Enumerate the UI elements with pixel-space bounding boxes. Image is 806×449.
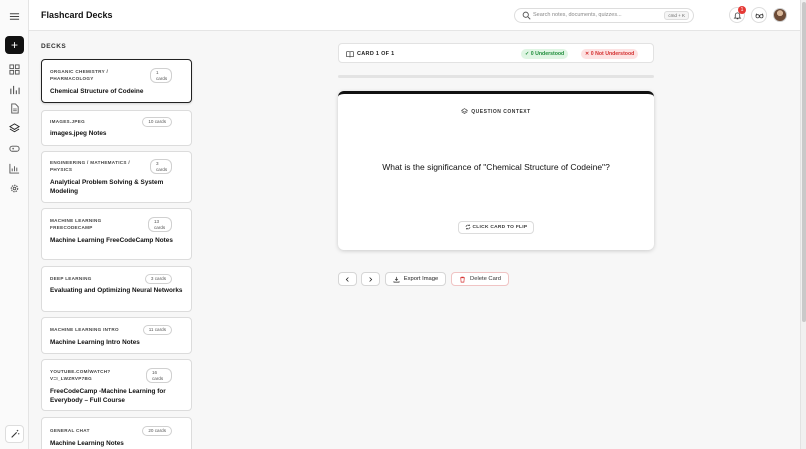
deck-card-count: 13 cards (148, 217, 172, 232)
notification-badge: 1 (738, 6, 746, 14)
trash-icon (460, 276, 465, 282)
flashcard-question: What is the significance of "Chemical St… (382, 162, 610, 172)
page-scrollbar[interactable] (800, 0, 806, 449)
deck-category: DEEP LEARNING (50, 276, 92, 281)
deck-name: Machine Learning Notes (50, 440, 124, 447)
deck-card-count: 10 cards (142, 117, 172, 127)
deck-name: Chemical Structure of Codeine (50, 88, 144, 95)
flip-card-button[interactable]: CLICK CARD TO FLIP (458, 221, 534, 234)
user-avatar[interactable] (773, 8, 787, 22)
deck-item-engineering[interactable]: ENGINEERING / MATHEMATICS / PHYSICS 3 ca… (41, 151, 192, 203)
chart-icon[interactable] (8, 162, 20, 174)
export-image-button[interactable]: Export Image (385, 272, 446, 286)
next-card-button[interactable] (361, 272, 380, 286)
deck-category: IMAGES.JPEG (50, 119, 85, 124)
deck-name: Machine Learning Intro Notes (50, 339, 140, 346)
search-input[interactable]: Search notes, documents, quizzes... cmd … (514, 8, 694, 23)
chevron-left-icon (345, 276, 349, 282)
layers-icon[interactable] (8, 122, 20, 134)
deck-card-count: 3 cards (150, 159, 172, 174)
menu-icon[interactable] (8, 10, 20, 22)
glasses-icon (755, 13, 763, 18)
deck-name: Analytical Problem Solving & System Mode… (50, 179, 164, 195)
deck-item-ml-intro[interactable]: MACHINE LEARNING INTRO 11 cards Machine … (41, 317, 192, 354)
deck-category: MACHINE LEARNING INTRO (50, 327, 119, 332)
download-icon (393, 276, 400, 282)
deck-card-count: 20 cards (142, 426, 172, 436)
deck-category: GENERAL CHAT (50, 428, 90, 433)
decks-heading: DECKS (41, 43, 67, 50)
analytics-icon[interactable] (8, 83, 20, 95)
search-shortcut: cmd + K (664, 11, 689, 20)
deck-name: images.jpeg Notes (50, 130, 107, 137)
deck-item-codeine[interactable]: ORGANIC CHEMISTRY / PHARMACOLOGY 1 cards… (41, 59, 192, 103)
search-icon (522, 11, 531, 20)
question-context-label: QUESTION CONTEXT (338, 108, 654, 115)
magic-wand-button[interactable] (5, 425, 24, 443)
icon-rail: + (0, 0, 29, 449)
deck-category: YOUTUBE.COM/WATCH?V=I_LWZRVP7BG (50, 369, 111, 381)
deck-card-count: 3 cards (144, 274, 172, 284)
layers-icon (461, 108, 469, 114)
deck-category: ENGINEERING / MATHEMATICS / PHYSICS (50, 160, 130, 172)
deck-item-general-chat[interactable]: GENERAL CHAT 20 cards Machine Learning N… (41, 417, 192, 449)
deck-item-images[interactable]: IMAGES.JPEG 10 cards images.jpeg Notes (41, 110, 192, 146)
deck-card-count: 1 cards (150, 68, 172, 83)
new-item-button[interactable]: + (5, 36, 24, 54)
card-counter: CARD 1 OF 1 (357, 51, 395, 57)
search-placeholder: Search notes, documents, quizzes... (533, 12, 622, 18)
focus-mode-button[interactable] (751, 7, 767, 23)
card-progress-bar (338, 75, 654, 78)
deck-name: Evaluating and Optimizing Neural Network… (50, 287, 183, 294)
delete-card-button[interactable]: Delete Card (451, 272, 509, 286)
scrollbar-thumb[interactable] (802, 2, 806, 322)
chevron-right-icon (369, 276, 373, 282)
deck-item-ml-freecodecamp[interactable]: MACHINE LEARNING FREECODECAMP 13 cards M… (41, 208, 192, 260)
page-title: Flashcard Decks (41, 10, 113, 20)
grid-icon[interactable] (8, 63, 20, 75)
deck-category: MACHINE LEARNING FREECODECAMP (50, 218, 102, 230)
document-icon[interactable] (8, 102, 20, 114)
deck-card-count: 11 cards (142, 325, 172, 335)
deck-category: ORGANIC CHEMISTRY / PHARMACOLOGY (50, 69, 109, 81)
deck-name: Machine Learning FreeCodeCamp Notes (50, 237, 173, 244)
deck-item-youtube[interactable]: YOUTUBE.COM/WATCH?V=I_LWZRVP7BG 16 cards… (41, 359, 192, 411)
not-understood-badge: ✕ 0 Not Understood (581, 49, 639, 59)
deck-item-deep-learning[interactable]: DEEP LEARNING 3 cards Evaluating and Opt… (41, 266, 192, 312)
settings-gear-icon[interactable] (8, 182, 20, 194)
flashcard[interactable]: QUESTION CONTEXT What is the significanc… (338, 91, 654, 250)
understood-badge: ✓ 0 Understood (521, 49, 569, 59)
gamepad-icon[interactable] (8, 142, 20, 154)
card-status-bar: CARD 1 OF 1 ✓ 0 Understood ✕ 0 Not Under… (338, 43, 654, 63)
book-icon (346, 51, 354, 58)
deck-card-count: 16 cards (146, 368, 172, 383)
refresh-icon (465, 224, 470, 229)
deck-name: FreeCodeCamp -Machine Learning for Every… (50, 388, 166, 404)
previous-card-button[interactable] (338, 272, 357, 286)
